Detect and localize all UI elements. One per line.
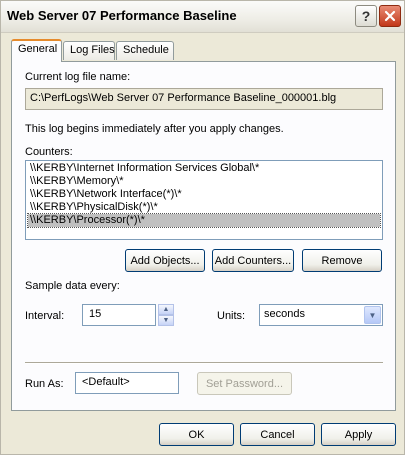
units-select[interactable]: seconds ▼ (259, 304, 383, 326)
sample-label: Sample data every: (25, 280, 120, 292)
chevron-down-icon[interactable]: ▼ (364, 306, 381, 324)
ok-button[interactable]: OK (159, 423, 234, 446)
spin-up-icon[interactable]: ▲ (158, 304, 174, 315)
help-button[interactable]: ? (355, 5, 377, 27)
close-icon (384, 10, 396, 22)
counter-item[interactable]: \\KERBY\Network Interface(*)\* (28, 188, 380, 201)
units-value: seconds (264, 308, 305, 320)
set-password-label: Set Password... (205, 377, 284, 390)
counter-item[interactable]: \\KERBY\PhysicalDisk(*)\* (28, 201, 380, 214)
help-icon: ? (361, 8, 371, 24)
add-objects-label: Add Objects... (130, 254, 200, 267)
add-counters-button[interactable]: Add Counters... (212, 249, 294, 272)
cancel-button[interactable]: Cancel (240, 423, 315, 446)
add-objects-button[interactable]: Add Objects... (125, 249, 205, 272)
tab-log-files-label: Log Files (70, 44, 115, 56)
counters-label: Counters: (25, 146, 73, 158)
title-bar[interactable]: Web Server 07 Performance Baseline ? (1, 1, 404, 33)
remove-label: Remove (321, 254, 363, 267)
tab-schedule-label: Schedule (123, 44, 169, 56)
cancel-label: Cancel (260, 428, 295, 441)
general-tab-panel: Current log file name: C:\PerfLogs\Web S… (11, 61, 396, 411)
close-button[interactable] (379, 5, 401, 27)
interval-input[interactable]: 15 (82, 304, 156, 326)
counter-item[interactable]: \\KERBY\Internet Information Services Gl… (28, 162, 380, 175)
units-label: Units: (217, 310, 246, 322)
properties-dialog: Web Server 07 Performance Baseline ? Gen… (0, 0, 405, 455)
current-log-field: C:\PerfLogs\Web Server 07 Performance Ba… (25, 88, 383, 110)
add-counters-label: Add Counters... (214, 254, 292, 267)
interval-spinner[interactable]: ▲ ▼ (158, 304, 174, 326)
info-text: This log begins immediately after you ap… (25, 123, 284, 135)
tab-general-label: General (18, 43, 58, 55)
tab-log-files[interactable]: Log Files (63, 41, 115, 60)
tab-schedule[interactable]: Schedule (116, 41, 174, 60)
spin-down-icon[interactable]: ▼ (158, 315, 174, 326)
run-as-label: Run As: (25, 378, 64, 390)
counter-item[interactable]: \\KERBY\Memory\* (28, 175, 380, 188)
dialog-title: Web Server 07 Performance Baseline (7, 8, 237, 23)
current-log-label: Current log file name: (25, 71, 131, 83)
apply-button[interactable]: Apply (321, 423, 396, 446)
interval-label: Interval: (25, 310, 65, 322)
counter-item-selected[interactable]: \\KERBY\Processor(*)\* (27, 213, 381, 228)
remove-button[interactable]: Remove (302, 249, 382, 272)
separator (25, 362, 383, 364)
set-password-button[interactable]: Set Password... (197, 372, 292, 395)
ok-label: OK (188, 428, 205, 441)
apply-label: Apply (344, 428, 373, 441)
run-as-input[interactable]: <Default> (75, 372, 179, 394)
counters-list[interactable]: \\KERBY\Internet Information Services Gl… (25, 160, 383, 240)
tab-general[interactable]: General (11, 39, 62, 62)
